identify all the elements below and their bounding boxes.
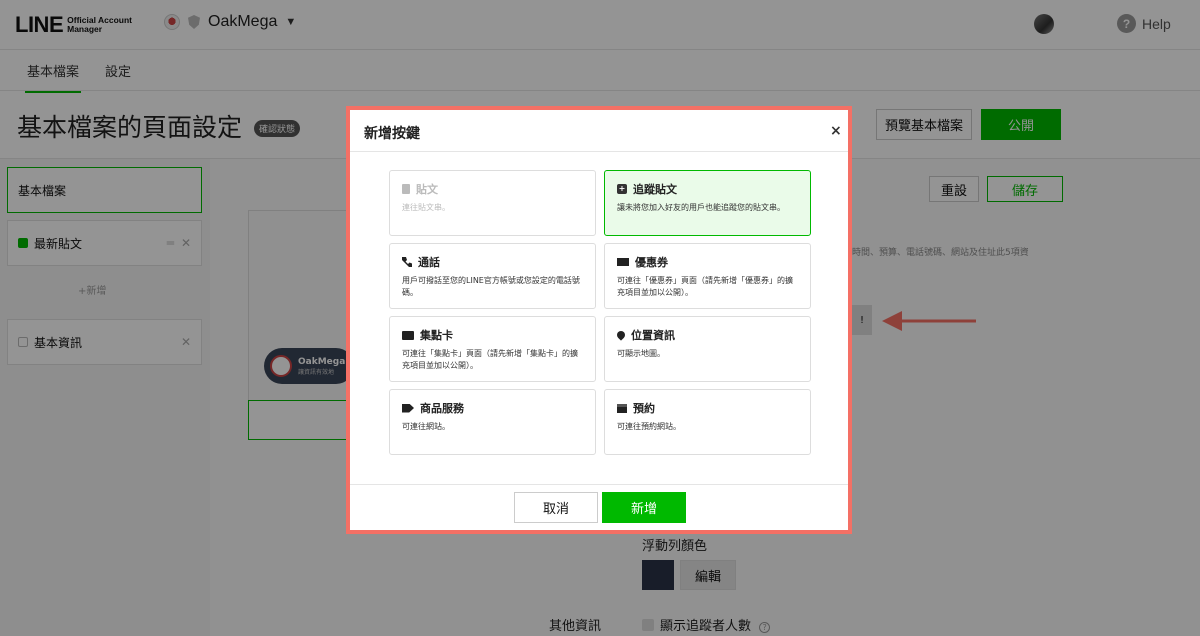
post-icon	[402, 184, 410, 194]
add-button-dialog: 新增按鍵 × 貼文 連往貼文串。 + 追蹤貼文 讓未將您加入好友的用戶也能追蹤您的…	[346, 106, 852, 534]
plus-square-icon: +	[617, 184, 627, 194]
option-title: 商品服務	[420, 402, 464, 415]
option-title: 優惠券	[635, 256, 668, 269]
option-desc: 可連往「優惠券」頁面（請先新增「優惠券」的擴充項目並加以公開）。	[617, 276, 793, 297]
option-desc: 讓未將您加入好友的用戶也能追蹤您的貼文串。	[617, 203, 785, 212]
option-title: 通話	[418, 256, 440, 269]
option-title: 預約	[633, 402, 655, 415]
coupon-icon	[617, 258, 629, 266]
option-title: 追蹤貼文	[633, 183, 677, 196]
calendar-icon	[617, 403, 627, 413]
dialog-footer	[350, 484, 848, 534]
option-title: 集點卡	[420, 329, 453, 342]
option-products[interactable]: 商品服務 可連往網站。	[389, 389, 596, 455]
dialog-title: 新增按鍵	[364, 126, 420, 142]
option-location[interactable]: 位置資訊 可顯示地圖。	[604, 316, 811, 382]
option-desc: 連往貼文串。	[402, 203, 450, 212]
phone-icon	[402, 257, 412, 267]
option-post[interactable]: 貼文 連往貼文串。	[389, 170, 596, 236]
dialog-header: 新增按鍵 ×	[350, 110, 848, 152]
close-icon[interactable]: ×	[830, 123, 842, 139]
option-desc: 可顯示地圖。	[617, 349, 665, 358]
card-icon	[402, 330, 414, 340]
option-desc: 可連往預約網站。	[617, 422, 681, 431]
option-follow-post[interactable]: + 追蹤貼文 讓未將您加入好友的用戶也能追蹤您的貼文串。	[604, 170, 811, 236]
option-coupon[interactable]: 優惠券 可連往「優惠券」頁面（請先新增「優惠券」的擴充項目並加以公開）。	[604, 243, 811, 309]
option-title: 貼文	[416, 183, 438, 196]
option-desc: 可連往網站。	[402, 422, 450, 431]
option-desc: 可連往「集點卡」頁面（請先新增「集點卡」的擴充項目並加以公開）。	[402, 349, 578, 370]
option-call[interactable]: 通話 用戶可撥話至您的LINE官方帳號或您設定的電話號碼。	[389, 243, 596, 309]
option-desc: 用戶可撥話至您的LINE官方帳號或您設定的電話號碼。	[402, 276, 580, 297]
option-title: 位置資訊	[631, 329, 675, 342]
add-button[interactable]: 新增	[602, 492, 686, 523]
location-pin-icon	[615, 329, 627, 341]
option-reward-card[interactable]: 集點卡 可連往「集點卡」頁面（請先新增「集點卡」的擴充項目並加以公開）。	[389, 316, 596, 382]
option-reservation[interactable]: 預約 可連往預約網站。	[604, 389, 811, 455]
tag-icon	[402, 403, 414, 413]
cancel-button[interactable]: 取消	[514, 492, 598, 523]
